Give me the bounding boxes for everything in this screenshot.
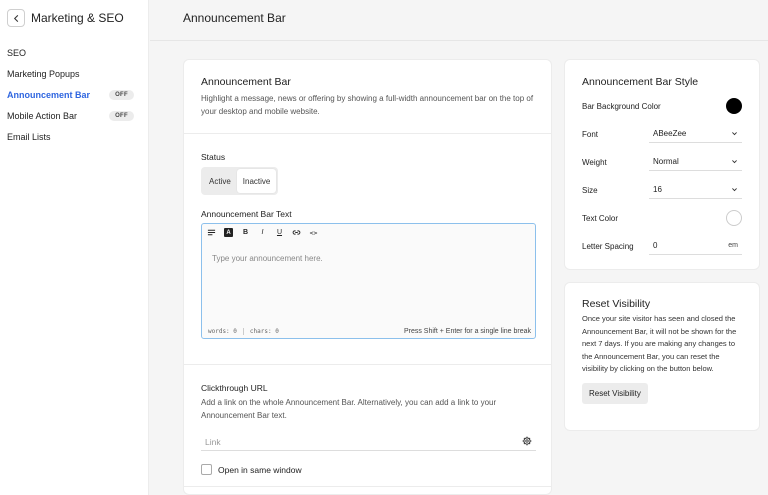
bg-color-swatch[interactable] xyxy=(726,98,742,114)
reset-description: Once your site visitor has seen and clos… xyxy=(582,314,737,373)
font-label: Font xyxy=(582,129,599,139)
chevron-down-icon xyxy=(732,132,737,136)
clickthrough-section: Clickthrough URL Add a link on the whole… xyxy=(184,365,551,487)
editor-toolbar: A B I U <> xyxy=(202,224,535,241)
back-button[interactable] xyxy=(7,9,25,27)
section-title: Announcement Bar xyxy=(201,76,291,88)
italic-icon[interactable]: I xyxy=(256,226,269,239)
status-label: Status xyxy=(201,152,226,162)
align-icon[interactable] xyxy=(205,226,218,239)
letter-spacing-input[interactable]: 0 em xyxy=(649,238,742,255)
open-same-window-row: Open in same window xyxy=(201,464,534,475)
letter-spacing-value: 0 xyxy=(653,241,658,250)
editor-footer: words: 0 chars: 0 Press Shift + Enter fo… xyxy=(208,328,531,335)
reset-visibility-card: Reset Visibility Once your site visitor … xyxy=(564,282,760,431)
underline-icon[interactable]: U xyxy=(273,226,286,239)
page-header: Announcement Bar xyxy=(150,0,768,41)
font-color-icon[interactable]: A xyxy=(224,228,233,237)
sidebar-item-email-lists[interactable]: Email Lists xyxy=(0,126,148,147)
style-title: Announcement Bar Style xyxy=(582,76,699,88)
reset-visibility-button[interactable]: Reset Visibility xyxy=(582,382,648,404)
letter-spacing-label: Letter Spacing xyxy=(582,241,634,251)
sidebar-item-label: SEO xyxy=(7,47,27,58)
sidebar-item-marketing-popups[interactable]: Marketing Popups xyxy=(0,63,148,84)
letter-spacing-row: Letter Spacing 0 em xyxy=(582,232,742,260)
clickthrough-label: Clickthrough URL xyxy=(201,383,268,393)
text-color-label: Text Color xyxy=(582,213,619,223)
sidebar-item-mobile-action-bar[interactable]: Mobile Action Bar OFF xyxy=(0,105,148,126)
intro-section: Announcement Bar Highlight a message, ne… xyxy=(184,60,551,134)
size-select[interactable]: 16 xyxy=(649,182,742,199)
weight-value: Normal xyxy=(653,157,679,166)
page-title: Announcement Bar xyxy=(183,11,286,25)
link-icon[interactable] xyxy=(290,226,303,239)
chevron-down-icon xyxy=(732,188,737,192)
reset-title: Reset Visibility xyxy=(582,298,651,310)
line-break-hint: Press Shift + Enter for a single line br… xyxy=(403,328,531,335)
sidebar-item-label: Announcement Bar xyxy=(7,89,91,100)
link-placeholder: Link xyxy=(205,437,221,447)
bg-color-row: Bar Background Color xyxy=(582,92,742,120)
announcement-text-editor[interactable]: A B I U <> Type your announcement here. … xyxy=(201,223,536,339)
checkbox-label: Open in same window xyxy=(218,464,302,475)
status-badge: OFF xyxy=(109,89,134,100)
status-badge: OFF xyxy=(109,110,134,121)
announcement-settings-card: Announcement Bar Highlight a message, ne… xyxy=(183,59,552,495)
word-count: words: 0 xyxy=(208,328,237,335)
font-select[interactable]: ABeeZee xyxy=(649,126,742,143)
sidebar: Marketing & SEO SEO Marketing Popups Ann… xyxy=(0,0,149,495)
status-inactive-button[interactable]: Inactive xyxy=(236,169,277,193)
bg-color-label: Bar Background Color xyxy=(582,101,661,111)
size-row: Size 16 xyxy=(582,176,742,204)
content-section: Status Active Inactive Announcement Bar … xyxy=(184,134,551,365)
gear-icon[interactable] xyxy=(522,436,532,448)
status-toggle: Active Inactive xyxy=(201,167,279,195)
sidebar-title: Marketing & SEO xyxy=(31,11,124,25)
size-label: Size xyxy=(582,185,598,195)
bold-icon[interactable]: B xyxy=(239,226,252,239)
status-active-button[interactable]: Active xyxy=(203,169,237,193)
letter-spacing-unit: em xyxy=(728,242,738,249)
sidebar-item-label: Email Lists xyxy=(7,131,51,142)
size-value: 16 xyxy=(653,185,662,194)
sidebar-item-label: Mobile Action Bar xyxy=(7,110,78,121)
footer-divider xyxy=(242,328,244,335)
weight-row: Weight Normal xyxy=(582,148,742,176)
editor-placeholder: Type your announcement here. xyxy=(212,254,323,263)
open-same-window-checkbox[interactable] xyxy=(201,464,212,475)
char-count: chars: 0 xyxy=(249,328,279,335)
sidebar-item-seo[interactable]: SEO xyxy=(0,42,148,63)
weight-label: Weight xyxy=(582,157,607,167)
link-input[interactable]: Link xyxy=(201,434,536,451)
font-value: ABeeZee xyxy=(653,129,687,138)
sidebar-item-announcement-bar[interactable]: Announcement Bar OFF xyxy=(0,84,148,105)
font-row: Font ABeeZee xyxy=(582,120,742,148)
chevron-left-icon xyxy=(13,14,18,22)
weight-select[interactable]: Normal xyxy=(649,154,742,171)
section-description: Highlight a message, news or offering by… xyxy=(201,94,534,116)
code-icon[interactable]: <> xyxy=(307,226,320,239)
sidebar-item-label: Marketing Popups xyxy=(7,68,80,79)
sidebar-nav: SEO Marketing Popups Announcement Bar OF… xyxy=(0,42,148,147)
text-color-row: Text Color xyxy=(582,204,742,232)
text-color-swatch[interactable] xyxy=(726,210,742,226)
chevron-down-icon xyxy=(732,160,737,164)
clickthrough-description: Add a link on the whole Announcement Bar… xyxy=(201,398,497,420)
editor-label: Announcement Bar Text xyxy=(201,209,292,219)
sidebar-header: Marketing & SEO xyxy=(0,0,148,36)
bar-style-card: Announcement Bar Style Bar Background Co… xyxy=(564,59,760,270)
